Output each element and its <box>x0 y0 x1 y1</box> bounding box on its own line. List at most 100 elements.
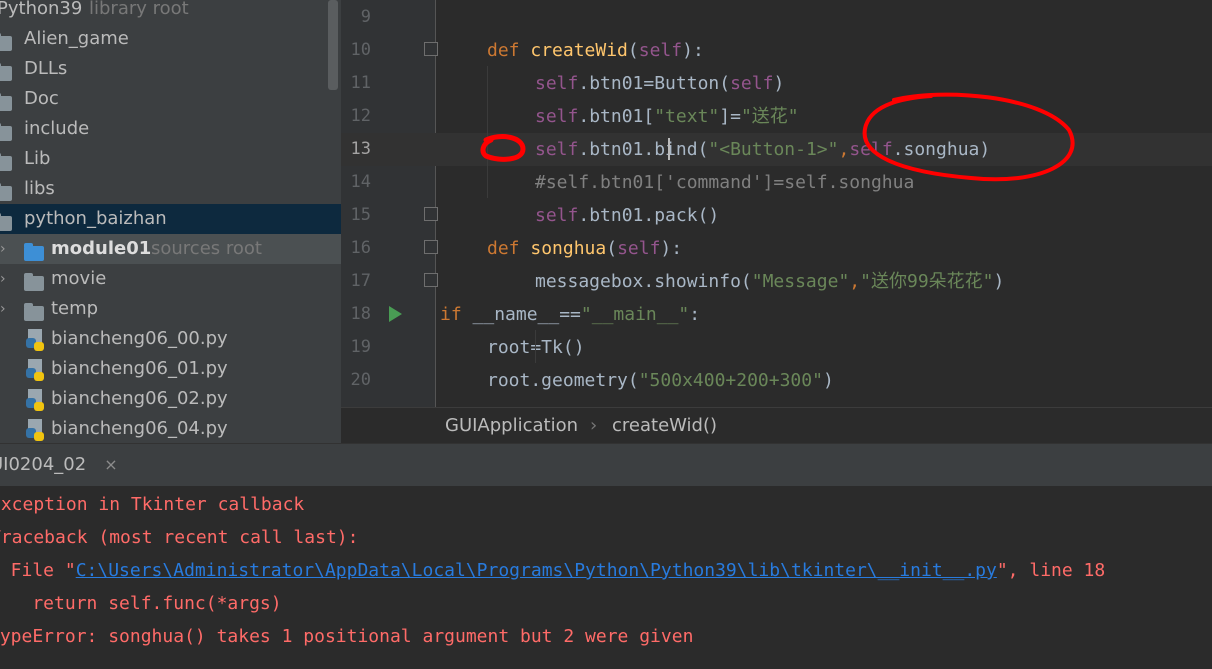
project-tree[interactable]: Python39 library root Alien_game DLLs Do… <box>0 0 341 443</box>
code-token: "500x400+200+300" <box>638 370 823 391</box>
tree-item-dlls[interactable]: DLLs <box>0 54 341 84</box>
tree-item-label: biancheng06_04.py <box>51 418 228 439</box>
tree-item-python39[interactable]: Python39 library root <box>0 0 341 24</box>
console-text: File " <box>10 560 76 581</box>
code-text[interactable]: root.geometry("500x400+200+300") <box>487 364 834 397</box>
code-token: ) <box>773 73 785 94</box>
tree-item-alien-game[interactable]: Alien_game <box>0 24 341 54</box>
code-token: ) <box>993 271 1005 292</box>
code-token: self <box>535 73 579 94</box>
tree-item-label: DLLs <box>24 58 68 79</box>
code-token: self <box>617 238 661 259</box>
line-number: 10 <box>350 40 371 60</box>
code-text[interactable]: self.btn01.pack() <box>535 199 719 232</box>
code-token: .btn01=Button( <box>578 73 731 94</box>
code-token: ]= <box>719 106 741 127</box>
chevron-right-icon[interactable]: › <box>0 294 6 324</box>
code-token: "__main__" <box>580 304 690 325</box>
code-token: def <box>487 238 531 259</box>
close-icon[interactable]: × <box>104 455 117 474</box>
code-line[interactable]: 19root=Tk() <box>341 331 1212 364</box>
code-token: ( <box>627 40 639 61</box>
indent-guide <box>535 330 536 363</box>
code-token: "text" <box>654 106 720 127</box>
source-folder-icon <box>24 234 44 264</box>
tree-item-label: include <box>24 118 90 139</box>
code-text[interactable]: #self.btn01['command']=self.songhua <box>535 166 914 199</box>
code-text[interactable]: if __name__=="__main__": <box>440 298 700 331</box>
text-caret <box>668 138 670 160</box>
code-token: .btn01.pack() <box>578 205 720 226</box>
code-editor[interactable]: 9 10 def createWid(self): 11 self.btn01=Butt… <box>341 0 1212 407</box>
code-token: : <box>689 304 701 325</box>
code-token: createWid <box>530 40 628 61</box>
code-token: messagebox.showinfo( <box>535 271 752 292</box>
code-line[interactable]: 9 <box>341 1 1212 34</box>
tree-item-temp[interactable]: › temp <box>0 294 341 324</box>
tree-item-file[interactable]: biancheng06_02.py <box>0 384 341 414</box>
tree-item-movie[interactable]: › movie <box>0 264 341 294</box>
code-line[interactable]: 18 if __name__=="__main__": <box>341 298 1212 331</box>
console-error-line: TypeError: songhua() takes 1 positional … <box>0 626 694 647</box>
code-line[interactable]: 10 def createWid(self): <box>341 34 1212 67</box>
code-line[interactable]: 20 root.geometry("500x400+200+300") <box>341 364 1212 397</box>
tree-item-lib[interactable]: Lib <box>0 144 341 174</box>
breadcrumb: GUIApplication › createWid() <box>341 407 1212 444</box>
tree-item-libs[interactable]: libs <box>0 174 341 204</box>
run-tab[interactable]: UI0204_02 × <box>0 444 128 486</box>
tree-item-module01[interactable]: › module01 sources root <box>0 234 341 264</box>
fold-marker-icon[interactable] <box>424 240 438 254</box>
tree-item-include[interactable]: include <box>0 114 341 144</box>
fold-marker-icon[interactable] <box>424 273 438 287</box>
code-text[interactable]: messagebox.showinfo("Message","送你99朵花花") <box>535 265 1004 298</box>
fold-marker-icon[interactable] <box>424 207 438 221</box>
code-text[interactable]: self.btn01["text"]="送花" <box>535 100 799 133</box>
code-line[interactable]: 14 #self.btn01['command']=self.songhua <box>341 166 1212 199</box>
console-line: File "C:\Users\Administrator\AppData\Loc… <box>0 554 1106 587</box>
chevron-right-icon[interactable]: › <box>0 234 6 264</box>
code-line[interactable]: 15 self.btn01.pack() <box>341 199 1212 232</box>
chevron-right-icon[interactable]: › <box>0 264 6 294</box>
tree-item-doc[interactable]: Doc <box>0 84 341 114</box>
code-line[interactable]: 13 self.btn01.bind("<Button-1>",self.song… <box>341 133 1212 166</box>
tree-item-file[interactable]: biancheng06_00.py <box>0 324 341 354</box>
line-number: 11 <box>350 73 371 93</box>
folder-icon <box>0 174 12 204</box>
code-token: .songhua) <box>892 139 991 160</box>
code-token: self <box>535 205 579 226</box>
code-text[interactable]: self.btn01.bind("<Button-1>",self.songhu… <box>535 133 990 166</box>
console-output[interactable]: Exception in Tkinter callback Traceback … <box>0 486 1212 669</box>
run-icon[interactable] <box>389 306 402 322</box>
code-token: "<Button-1>" <box>708 139 839 160</box>
tree-item-python-baizhan[interactable]: python_baizhan <box>0 204 341 234</box>
code-line[interactable]: 17 messagebox.showinfo("Message","送你99朵花花… <box>341 265 1212 298</box>
fold-marker-icon[interactable] <box>424 42 438 56</box>
tree-item-label: Alien_game <box>24 28 129 49</box>
code-line[interactable]: 12 self.btn01["text"]="送花" <box>341 100 1212 133</box>
run-tab-label: UI0204_02 <box>0 454 87 475</box>
console-line: Traceback (most recent call last): <box>0 527 359 548</box>
code-token: songhua <box>530 238 607 259</box>
tree-item-file[interactable]: biancheng06_01.py <box>0 354 341 384</box>
code-token: #self.btn01['command']=self.songhua <box>535 172 915 193</box>
code-token: , <box>838 139 850 160</box>
folder-icon <box>24 264 44 294</box>
line-number: 20 <box>350 370 371 390</box>
code-line[interactable]: 16 def songhua(self): <box>341 232 1212 265</box>
code-token: .btn01[ <box>578 106 655 127</box>
breadcrumb-method[interactable]: createWid() <box>612 408 717 444</box>
code-text[interactable]: def songhua(self): <box>487 232 682 265</box>
tree-scrollbar[interactable] <box>328 0 338 90</box>
tree-item-file[interactable]: biancheng06_04.py <box>0 414 341 443</box>
breadcrumb-class[interactable]: GUIApplication <box>445 408 578 444</box>
sources-root-tag: sources root <box>151 238 262 259</box>
code-text[interactable]: self.btn01=Button(self) <box>535 67 784 100</box>
code-token: if <box>440 304 473 325</box>
folder-icon <box>0 84 12 114</box>
tree-item-label: temp <box>51 298 99 319</box>
code-text[interactable]: def createWid(self): <box>487 34 704 67</box>
code-line[interactable]: 11 self.btn01=Button(self) <box>341 67 1212 100</box>
python-file-icon <box>26 414 46 443</box>
code-token: "Message" <box>751 271 850 292</box>
traceback-file-link[interactable]: C:\Users\Administrator\AppData\Local\Pro… <box>76 560 997 581</box>
